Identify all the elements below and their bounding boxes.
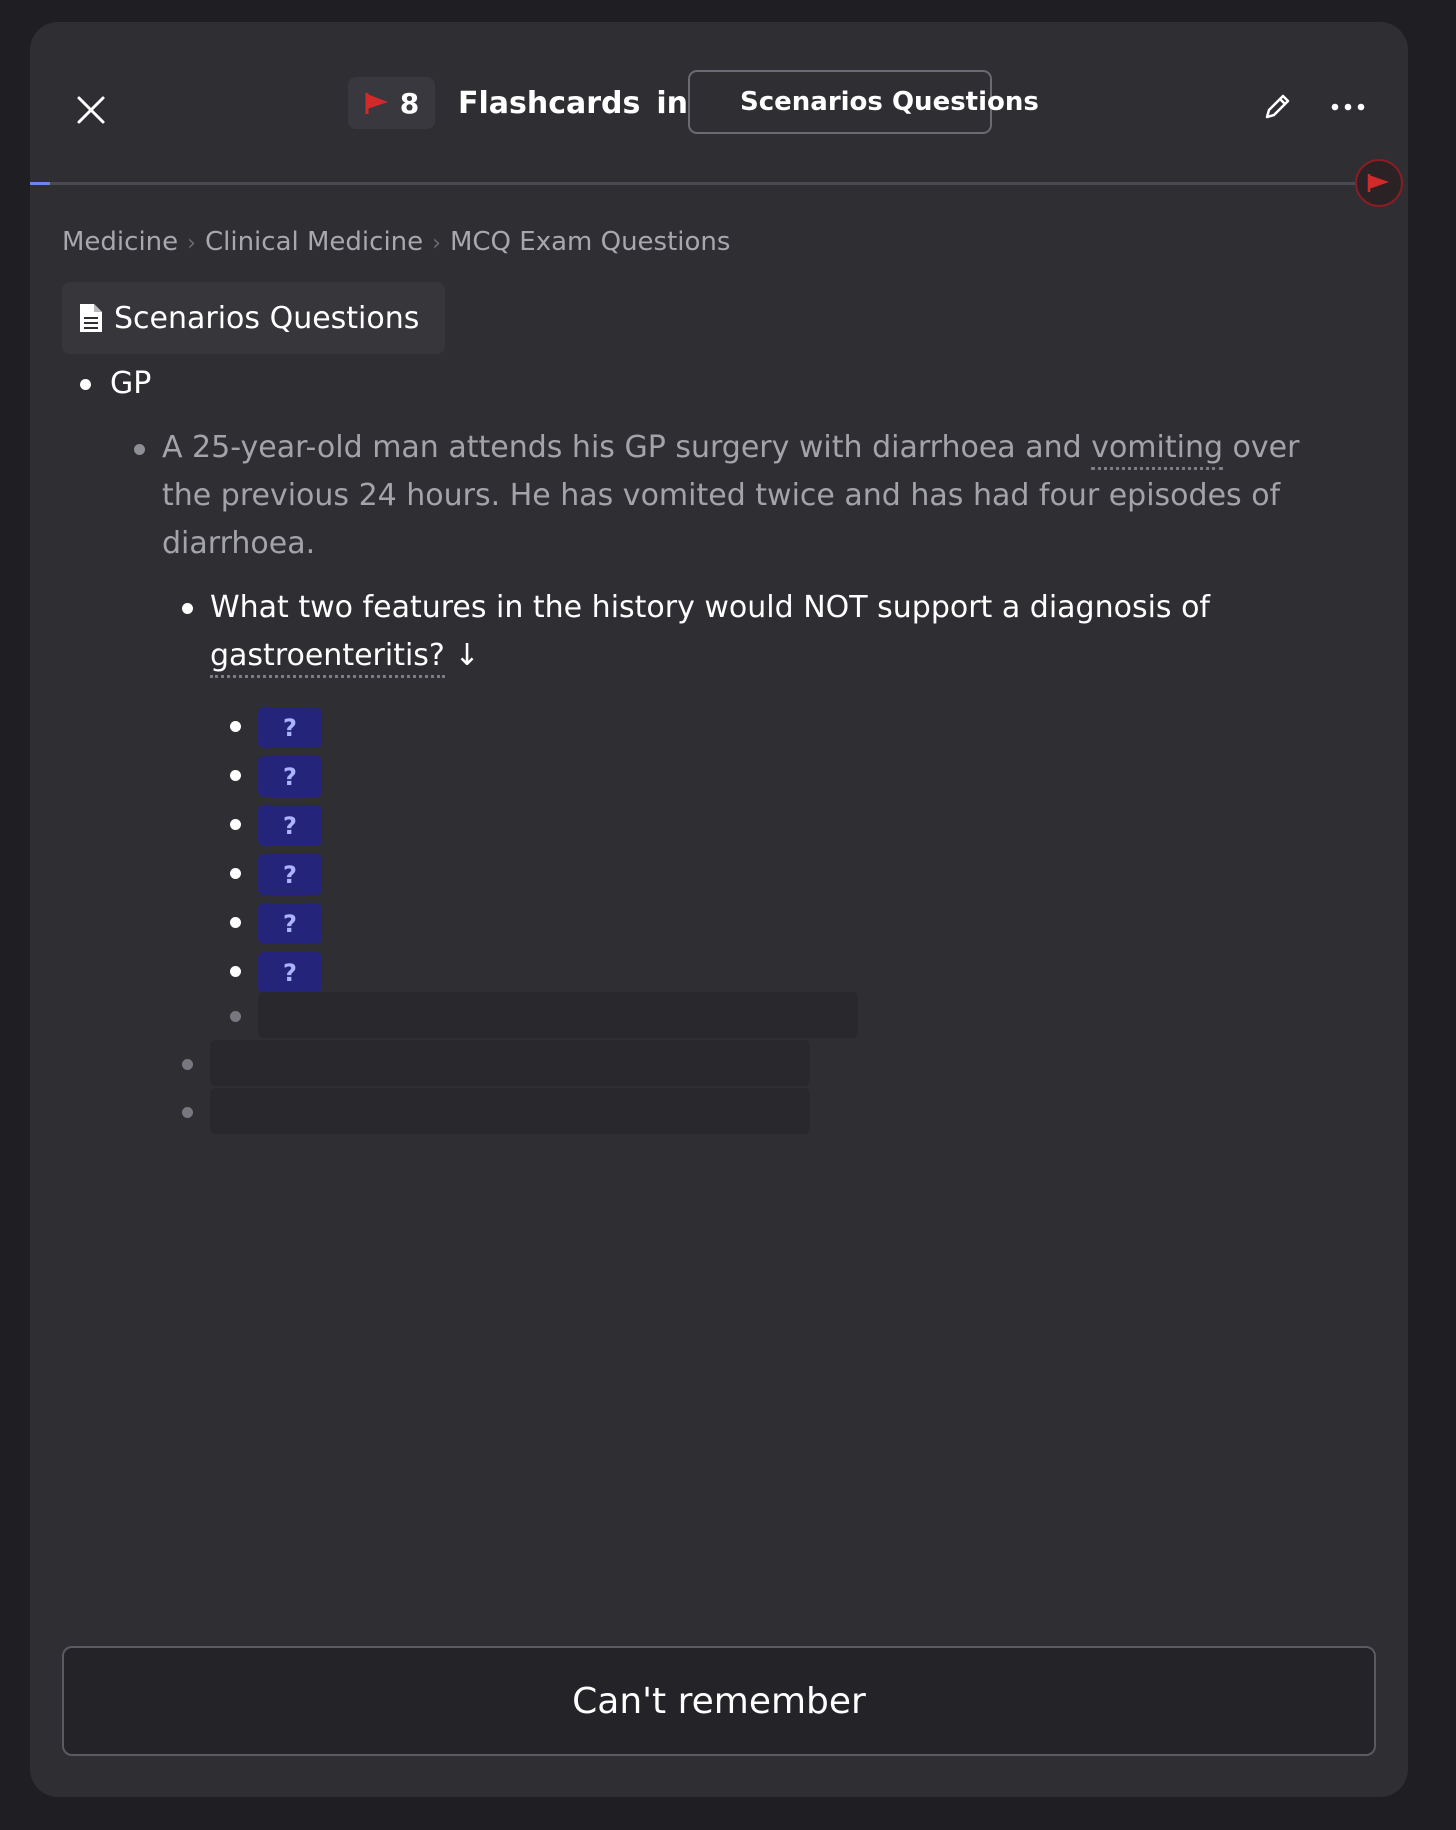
outline-bullet [230, 966, 241, 977]
outline-bullet [80, 379, 91, 390]
document-title-chip[interactable]: Scenarios Questions [62, 282, 445, 354]
loading-placeholder [258, 992, 858, 1038]
hidden-answer-cloze[interactable]: ? [258, 903, 322, 944]
flag-icon [365, 93, 388, 114]
outline-bullet [230, 819, 241, 830]
hidden-answer-cloze[interactable]: ? [258, 952, 322, 993]
loading-placeholder [210, 1088, 810, 1134]
question-line-2: gastroenteritis? ↓ [210, 632, 480, 680]
header-title-in: in [656, 86, 689, 121]
breadcrumb-item-medicine[interactable]: Medicine [62, 227, 178, 257]
expand-down-arrow-icon[interactable]: ↓ [454, 638, 479, 673]
outline-bullet [230, 868, 241, 879]
hidden-answer-cloze[interactable]: ? [258, 805, 322, 846]
flagged-count-badge[interactable]: 8 [348, 77, 435, 129]
question-link-gastroenteritis[interactable]: gastroenteritis? [210, 638, 445, 678]
scenario-link-vomiting[interactable]: vomiting [1091, 430, 1224, 470]
outline-bullet [134, 444, 145, 455]
flashcard-panel: 8 Flashcards in Scenarios Questions Medi… [30, 22, 1408, 1797]
outline-bullet [182, 603, 193, 614]
more-horizontal-icon [1331, 103, 1365, 111]
outline-bullet [230, 917, 241, 928]
question-line-1: What two features in the history would N… [210, 590, 1210, 625]
header-title: Flashcards in [458, 82, 688, 126]
progress-track [30, 182, 1360, 185]
scenario-text-1-end: over [1223, 430, 1300, 465]
outline-bullet [182, 1059, 193, 1070]
pencil-icon [1265, 94, 1290, 119]
close-button[interactable] [66, 85, 116, 135]
scenario-line-1: A 25-year-old man attends his GP surgery… [162, 424, 1299, 472]
outline-bullet [182, 1107, 193, 1118]
hidden-answer-cloze[interactable]: ? [258, 707, 322, 748]
outline-bullet [230, 721, 241, 732]
flag-icon [1367, 174, 1389, 192]
hidden-answer-cloze[interactable]: ? [258, 756, 322, 797]
scenario-line-2: the previous 24 hours. He has vomited tw… [162, 478, 1281, 513]
cant-remember-button[interactable]: Can't remember [62, 1646, 1376, 1756]
deck-selector-button[interactable]: Scenarios Questions [688, 70, 1039, 134]
flag-count-value: 8 [399, 86, 420, 120]
progress-flag-marker[interactable] [1355, 159, 1403, 207]
breadcrumb-item-mcq-exam-questions[interactable]: MCQ Exam Questions [450, 227, 731, 257]
close-icon [77, 96, 105, 124]
outline-bullet [230, 1011, 241, 1022]
outline-bullet [230, 770, 241, 781]
document-title: Scenarios Questions [114, 300, 420, 336]
breadcrumb-separator-icon: › [187, 231, 196, 256]
scenario-text-1: A 25-year-old man attends his GP surgery… [162, 430, 1092, 465]
deck-selector-label: Scenarios Questions [740, 87, 1039, 117]
hidden-answer-cloze[interactable]: ? [258, 854, 322, 895]
document-icon [80, 304, 102, 332]
breadcrumb-item-clinical-medicine[interactable]: Clinical Medicine [205, 227, 423, 257]
progress-fill [30, 182, 50, 185]
breadcrumb: Medicine › Clinical Medicine › MCQ Exam Ques… [62, 222, 730, 262]
outline-root-gp: GP [110, 366, 152, 401]
breadcrumb-separator-icon: › [432, 231, 441, 256]
edit-button[interactable] [1252, 82, 1302, 132]
loading-placeholder [210, 1040, 810, 1086]
more-options-button[interactable] [1323, 82, 1373, 132]
header-title-word: Flashcards [458, 86, 641, 121]
scenario-line-3: diarrhoea. [162, 526, 316, 561]
